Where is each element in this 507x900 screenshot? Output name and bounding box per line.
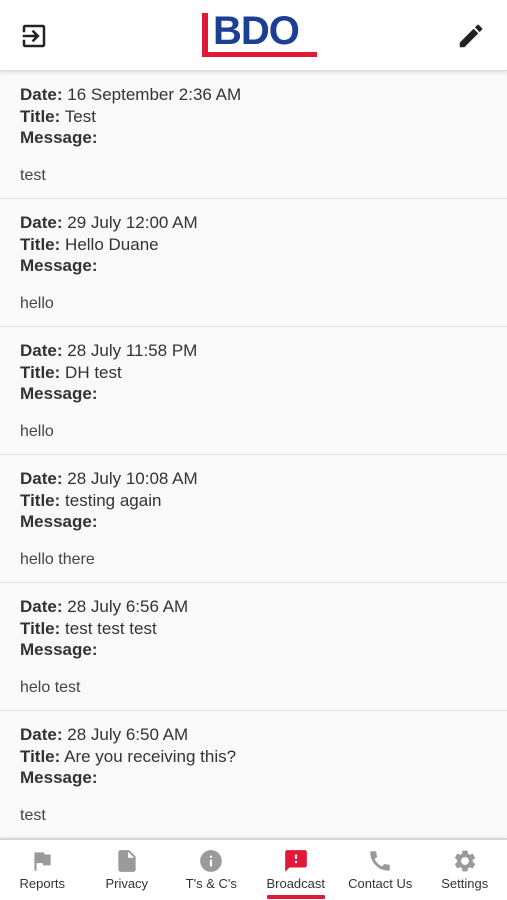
tab-label: Contact Us: [348, 876, 413, 891]
message-label: Message:: [20, 128, 98, 147]
compose-button[interactable]: [455, 20, 487, 52]
date-label: Date:: [20, 213, 63, 232]
message-date: 28 July 6:56 AM: [67, 597, 189, 616]
message-item[interactable]: Date: 28 July 6:56 AM Title: test test t…: [0, 583, 507, 711]
date-label: Date:: [20, 85, 63, 104]
message-body: helo test: [20, 678, 81, 696]
logo-bar: [202, 13, 208, 53]
message-body: test: [20, 806, 46, 824]
phone-icon: [366, 847, 394, 875]
message-title: Test: [64, 106, 96, 126]
message-label: Message:: [20, 512, 98, 531]
message-date: 16 September 2:36 AM: [67, 85, 242, 104]
message-date-row: Date: 28 July 6:50 AM: [20, 724, 487, 746]
tab-settings[interactable]: Settings: [423, 840, 507, 900]
tab-label: Reports: [19, 876, 66, 891]
logo-text: BDO: [213, 9, 300, 53]
logout-icon: [22, 24, 46, 48]
message-item[interactable]: Date: 28 July 10:08 AM Title: testing ag…: [0, 455, 507, 583]
tab-privacy[interactable]: Privacy: [85, 840, 170, 900]
tab-reports[interactable]: Reports: [0, 840, 85, 900]
title-label: Title:: [20, 362, 61, 382]
app-header: BDO: [0, 0, 507, 71]
flag-icon: [28, 847, 56, 875]
date-label: Date:: [20, 469, 63, 488]
message-body: hello: [20, 422, 54, 440]
tab-contact-us[interactable]: Contact Us: [338, 840, 423, 900]
message-label-row: Message:: [20, 639, 487, 661]
tab-label: Settings: [441, 876, 489, 891]
logo-underline: [202, 52, 317, 57]
message-item[interactable]: Date: 16 September 2:36 AM Title: Test M…: [0, 71, 507, 199]
message-title-row: Title: Test: [20, 106, 487, 128]
message-body: hello: [20, 294, 54, 312]
alert-chat-icon: [282, 847, 310, 875]
bdo-logo: BDO: [200, 9, 320, 60]
message-title: Hello Duane: [65, 234, 159, 254]
date-label: Date:: [20, 725, 63, 744]
title-label: Title:: [20, 490, 61, 510]
message-title: DH test: [65, 362, 122, 382]
logout-button[interactable]: [18, 20, 50, 52]
date-label: Date:: [20, 597, 63, 616]
message-date-row: Date: 16 September 2:36 AM: [20, 84, 487, 106]
message-date: 28 July 10:08 AM: [67, 469, 198, 488]
message-title: Are you receiving this?: [64, 746, 237, 766]
tab-label: Privacy: [105, 876, 149, 891]
message-label: Message:: [20, 768, 98, 787]
title-label: Title:: [20, 234, 61, 254]
message-title-row: Title: Are you receiving this?: [20, 746, 487, 768]
message-date-row: Date: 28 July 6:56 AM: [20, 596, 487, 618]
message-body: hello there: [20, 550, 95, 568]
message-title: testing again: [65, 490, 162, 510]
date-label: Date:: [20, 341, 63, 360]
message-date-row: Date: 28 July 10:08 AM: [20, 468, 487, 490]
title-label: Title:: [20, 746, 61, 766]
message-title-row: Title: Hello Duane: [20, 234, 487, 256]
document-icon: [113, 847, 141, 875]
message-label-row: Message:: [20, 383, 487, 405]
tab-label: T's & C's: [185, 876, 237, 891]
message-date: 28 July 11:58 PM: [67, 341, 198, 360]
message-item[interactable]: Date: 28 July 11:58 PM Title: DH test Me…: [0, 327, 507, 455]
pencil-icon: [459, 24, 483, 48]
message-title-row: Title: test test test: [20, 618, 487, 640]
info-icon: [197, 847, 225, 875]
message-item[interactable]: Date: 28 July 6:50 AM Title: Are you rec…: [0, 711, 507, 839]
tab-terms[interactable]: T's & C's: [169, 840, 254, 900]
message-date: 28 July 6:50 AM: [67, 725, 189, 744]
message-body: test: [20, 166, 46, 184]
message-label-row: Message:: [20, 255, 487, 277]
message-label: Message:: [20, 384, 98, 403]
message-label: Message:: [20, 640, 98, 659]
message-title-row: Title: testing again: [20, 490, 487, 512]
title-label: Title:: [20, 618, 61, 638]
message-label-row: Message:: [20, 767, 487, 789]
tab-label: Broadcast: [266, 876, 326, 891]
tab-broadcast[interactable]: Broadcast: [254, 840, 339, 900]
message-title-row: Title: DH test: [20, 362, 487, 384]
message-label-row: Message:: [20, 511, 487, 533]
message-date-row: Date: 29 July 12:00 AM: [20, 212, 487, 234]
broadcast-message-list[interactable]: Date: 16 September 2:36 AM Title: Test M…: [0, 71, 507, 839]
message-date: 29 July 12:00 AM: [67, 213, 198, 232]
bottom-tab-bar: Reports Privacy T's & C's Broadcast Cont…: [0, 839, 507, 900]
active-tab-indicator: [266, 895, 325, 899]
message-label: Message:: [20, 256, 98, 275]
app: BDO Date: 16 September 2:36 AM Title: Te…: [0, 0, 507, 900]
gear-icon: [451, 847, 479, 875]
message-date-row: Date: 28 July 11:58 PM: [20, 340, 487, 362]
message-item[interactable]: Date: 29 July 12:00 AM Title: Hello Duan…: [0, 199, 507, 327]
message-label-row: Message:: [20, 127, 487, 149]
message-title: test test test: [65, 618, 157, 638]
title-label: Title:: [20, 106, 61, 126]
